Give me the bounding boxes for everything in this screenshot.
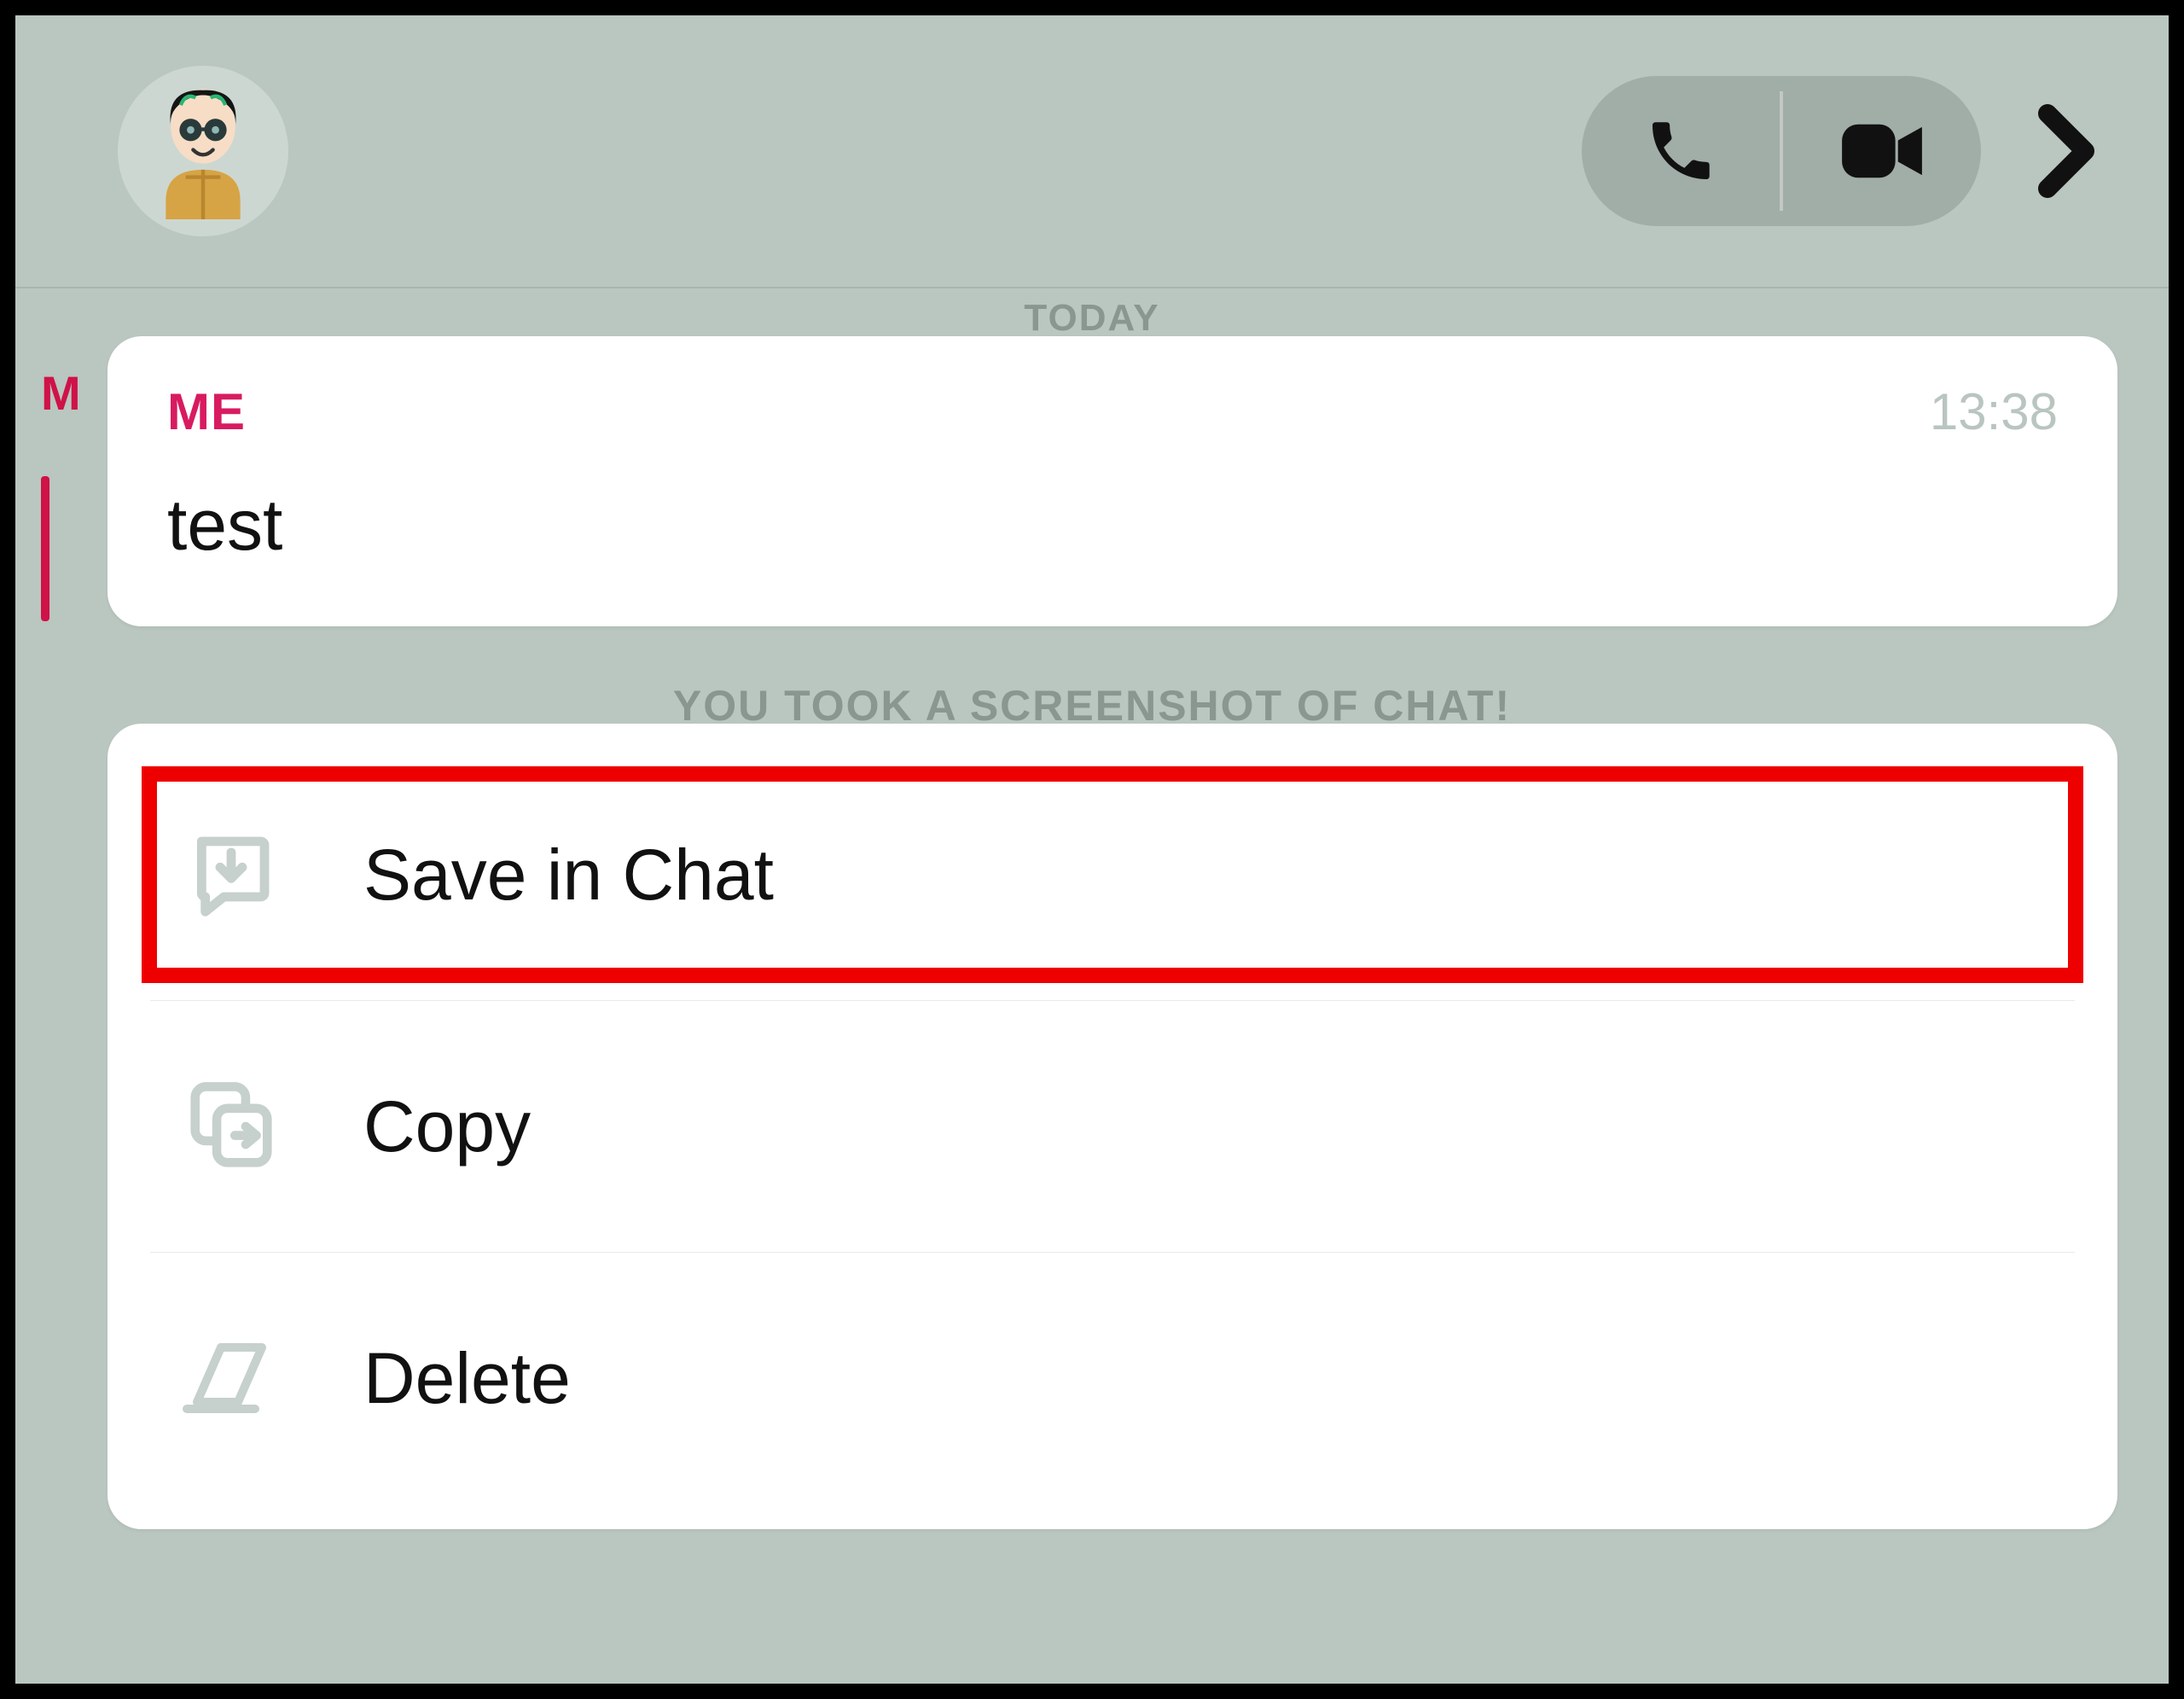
message-text: test	[167, 484, 2058, 567]
expand-button[interactable]	[2015, 76, 2117, 226]
call-controls	[1582, 76, 1981, 226]
chat-header	[15, 15, 2169, 288]
menu-item-label: Copy	[363, 1085, 531, 1168]
sender-label: ME	[167, 382, 246, 441]
bg-sender-bar	[41, 476, 49, 621]
date-separator: TODAY	[15, 297, 2169, 340]
menu-item-label: Save in Chat	[363, 834, 774, 916]
menu-item-label: Delete	[363, 1337, 571, 1420]
menu-item-save-in-chat[interactable]: Save in Chat	[107, 749, 2117, 1000]
message-preview-card: ME 13:38 test	[107, 336, 2117, 626]
bitmoji-icon	[139, 83, 267, 219]
context-menu: Save in Chat Copy Delete	[107, 724, 2117, 1529]
copy-icon	[176, 1079, 287, 1173]
avatar[interactable]	[118, 66, 288, 236]
message-time: 13:38	[1930, 382, 2058, 441]
chevron-right-icon	[2036, 104, 2096, 198]
video-call-button[interactable]	[1783, 76, 1981, 226]
video-icon	[1839, 120, 1925, 182]
audio-call-button[interactable]	[1582, 76, 1780, 226]
menu-item-delete[interactable]: Delete	[107, 1253, 2117, 1504]
menu-item-copy[interactable]: Copy	[107, 1001, 2117, 1252]
save-in-chat-icon	[176, 830, 287, 919]
erase-icon	[176, 1335, 287, 1421]
chat-screen: TODAY M ME 13:38 test YOU TOOK A SCREENS…	[0, 0, 2184, 1699]
phone-icon	[1643, 113, 1718, 189]
bg-sender-initial: M	[41, 365, 81, 421]
